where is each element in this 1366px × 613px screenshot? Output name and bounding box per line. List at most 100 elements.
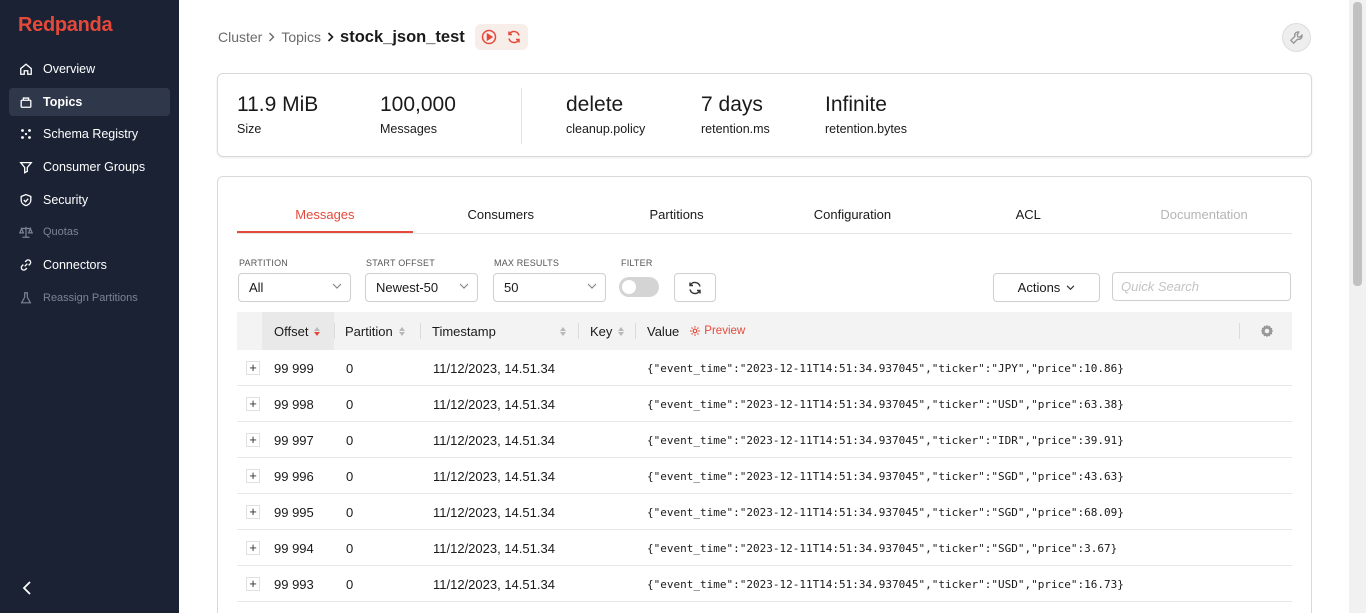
- max-results-select[interactable]: 50: [493, 273, 606, 302]
- stat-messages: 100,000 Messages: [380, 92, 456, 136]
- stat-value: 7 days: [701, 93, 763, 116]
- expand-row-button[interactable]: +: [246, 397, 260, 411]
- cell-partition: 0: [346, 432, 354, 448]
- wrench-icon: [1289, 31, 1303, 45]
- schema-icon: [19, 127, 33, 141]
- expand-row-button[interactable]: +: [246, 577, 260, 591]
- sidebar-collapse-button[interactable]: [18, 578, 36, 598]
- expand-row-button[interactable]: +: [246, 505, 260, 519]
- column-divider: [578, 323, 579, 339]
- breadcrumb-cluster[interactable]: Cluster: [218, 29, 262, 45]
- breadcrumb-topics[interactable]: Topics: [281, 29, 321, 45]
- stat-label: Messages: [380, 122, 437, 136]
- cell-timestamp: 11/12/2023, 14.51.34: [433, 432, 555, 448]
- toggle-knob: [622, 280, 636, 294]
- cell-timestamp: 11/12/2023, 14.51.34: [433, 468, 555, 484]
- sidebar: Redpanda Overview Topics Schema Registry…: [0, 0, 179, 613]
- cell-partition: 0: [346, 540, 354, 556]
- preview-button[interactable]: Preview: [689, 325, 745, 337]
- expand-row-button[interactable]: +: [246, 469, 260, 483]
- topics-icon: [19, 95, 33, 109]
- column-partition[interactable]: Partition: [345, 312, 405, 350]
- tab-messages[interactable]: Messages: [237, 197, 413, 233]
- tab-consumers[interactable]: Consumers: [413, 197, 589, 233]
- quick-search-input[interactable]: [1112, 272, 1291, 301]
- start-offset-select[interactable]: Newest-50: [365, 273, 478, 302]
- refresh-messages-button[interactable]: [674, 273, 716, 302]
- tools-button[interactable]: [1282, 23, 1311, 52]
- refresh-icon: [689, 281, 701, 294]
- chevron-right-icon: [327, 32, 334, 42]
- partition-value: All: [249, 280, 264, 295]
- table-row[interactable]: + 99 999 0 11/12/2023, 14.51.34 {"event_…: [237, 350, 1292, 386]
- refresh-topic-button[interactable]: [505, 28, 523, 46]
- stat-value: 100,000: [380, 93, 456, 116]
- stat-label: Size: [237, 122, 262, 136]
- start-offset-value: Newest-50: [376, 280, 439, 295]
- cell-partition: 0: [346, 396, 354, 412]
- cell-offset: 99 998: [274, 396, 314, 412]
- expand-row-button[interactable]: +: [246, 541, 260, 555]
- scale-icon: [19, 225, 33, 239]
- sidebar-item-label: Connectors: [43, 258, 107, 273]
- chevron-right-icon: [268, 32, 275, 42]
- column-label: Key: [590, 323, 613, 339]
- cell-value: {"event_time":"2023-12-11T14:51:34.93704…: [647, 433, 1124, 447]
- page-scrollbar[interactable]: [1349, 0, 1366, 613]
- sidebar-item-topics[interactable]: Topics: [9, 87, 170, 116]
- cell-offset: 99 999: [274, 360, 314, 376]
- table-row[interactable]: + 99 996 0 11/12/2023, 14.51.34 {"event_…: [237, 458, 1292, 494]
- messages-table: Offset Partition Timestamp Key Value Pre…: [237, 312, 1292, 602]
- column-key[interactable]: Key: [590, 312, 625, 350]
- table-row[interactable]: + 99 993 0 11/12/2023, 14.51.34 {"event_…: [237, 566, 1292, 602]
- sidebar-item-schema-registry[interactable]: Schema Registry: [9, 120, 170, 148]
- table-row[interactable]: + 99 998 0 11/12/2023, 14.51.34 {"event_…: [237, 386, 1292, 422]
- column-settings-icon[interactable]: [1260, 324, 1274, 338]
- link-icon: [19, 258, 33, 272]
- sidebar-item-consumer-groups[interactable]: Consumer Groups: [9, 153, 170, 181]
- stat-size: 11.9 MiB Size: [237, 92, 318, 136]
- column-label: Partition: [345, 323, 393, 339]
- sidebar-item-security[interactable]: Security: [9, 186, 170, 214]
- column-divider: [635, 323, 636, 339]
- column-offset[interactable]: Offset: [274, 312, 321, 350]
- column-label: Offset: [274, 323, 309, 339]
- play-circle-icon: [481, 29, 497, 45]
- cell-value: {"event_time":"2023-12-11T14:51:34.93704…: [647, 541, 1118, 555]
- filter-label: FILTER: [621, 258, 653, 268]
- sidebar-item-connectors[interactable]: Connectors: [9, 251, 170, 279]
- cell-timestamp: 11/12/2023, 14.51.34: [433, 396, 555, 412]
- sidebar-item-overview[interactable]: Overview: [9, 55, 170, 83]
- expand-row-button[interactable]: +: [246, 361, 260, 375]
- tab-acl[interactable]: ACL: [940, 197, 1116, 233]
- stat-value: 11.9 MiB: [237, 93, 319, 116]
- column-divider: [420, 323, 421, 339]
- partition-select[interactable]: All: [238, 273, 351, 302]
- stat-value: Infinite: [825, 93, 887, 116]
- column-label: Value: [647, 323, 680, 339]
- filter-icon: [19, 160, 33, 174]
- table-row[interactable]: + 99 994 0 11/12/2023, 14.51.34 {"event_…: [237, 530, 1292, 566]
- tab-configuration[interactable]: Configuration: [764, 197, 940, 233]
- cell-offset: 99 994: [274, 540, 314, 556]
- max-results-label: MAX RESULTS: [494, 258, 560, 268]
- tab-partitions[interactable]: Partitions: [589, 197, 765, 233]
- tab-documentation: Documentation: [1160, 207, 1248, 222]
- column-label: Timestamp: [432, 323, 496, 339]
- sidebar-item-label: Quotas: [43, 226, 79, 239]
- column-timestamp[interactable]: Timestamp: [432, 312, 572, 350]
- filter-toggle[interactable]: [619, 277, 659, 297]
- expand-row-button[interactable]: +: [246, 433, 260, 447]
- table-row[interactable]: + 99 995 0 11/12/2023, 14.51.34 {"event_…: [237, 494, 1292, 530]
- scrollbar-thumb[interactable]: [1353, 2, 1362, 286]
- cell-offset: 99 995: [274, 504, 314, 520]
- sort-icon: [618, 326, 625, 336]
- page-title: stock_json_test: [340, 27, 465, 46]
- actions-dropdown[interactable]: Actions: [993, 273, 1100, 302]
- sort-icon: [398, 326, 405, 336]
- column-divider: [1239, 323, 1240, 339]
- chevron-down-icon: [587, 283, 597, 289]
- table-row[interactable]: + 99 997 0 11/12/2023, 14.51.34 {"event_…: [237, 422, 1292, 458]
- sidebar-item-label: Schema Registry: [43, 127, 139, 142]
- play-button[interactable]: [480, 28, 498, 46]
